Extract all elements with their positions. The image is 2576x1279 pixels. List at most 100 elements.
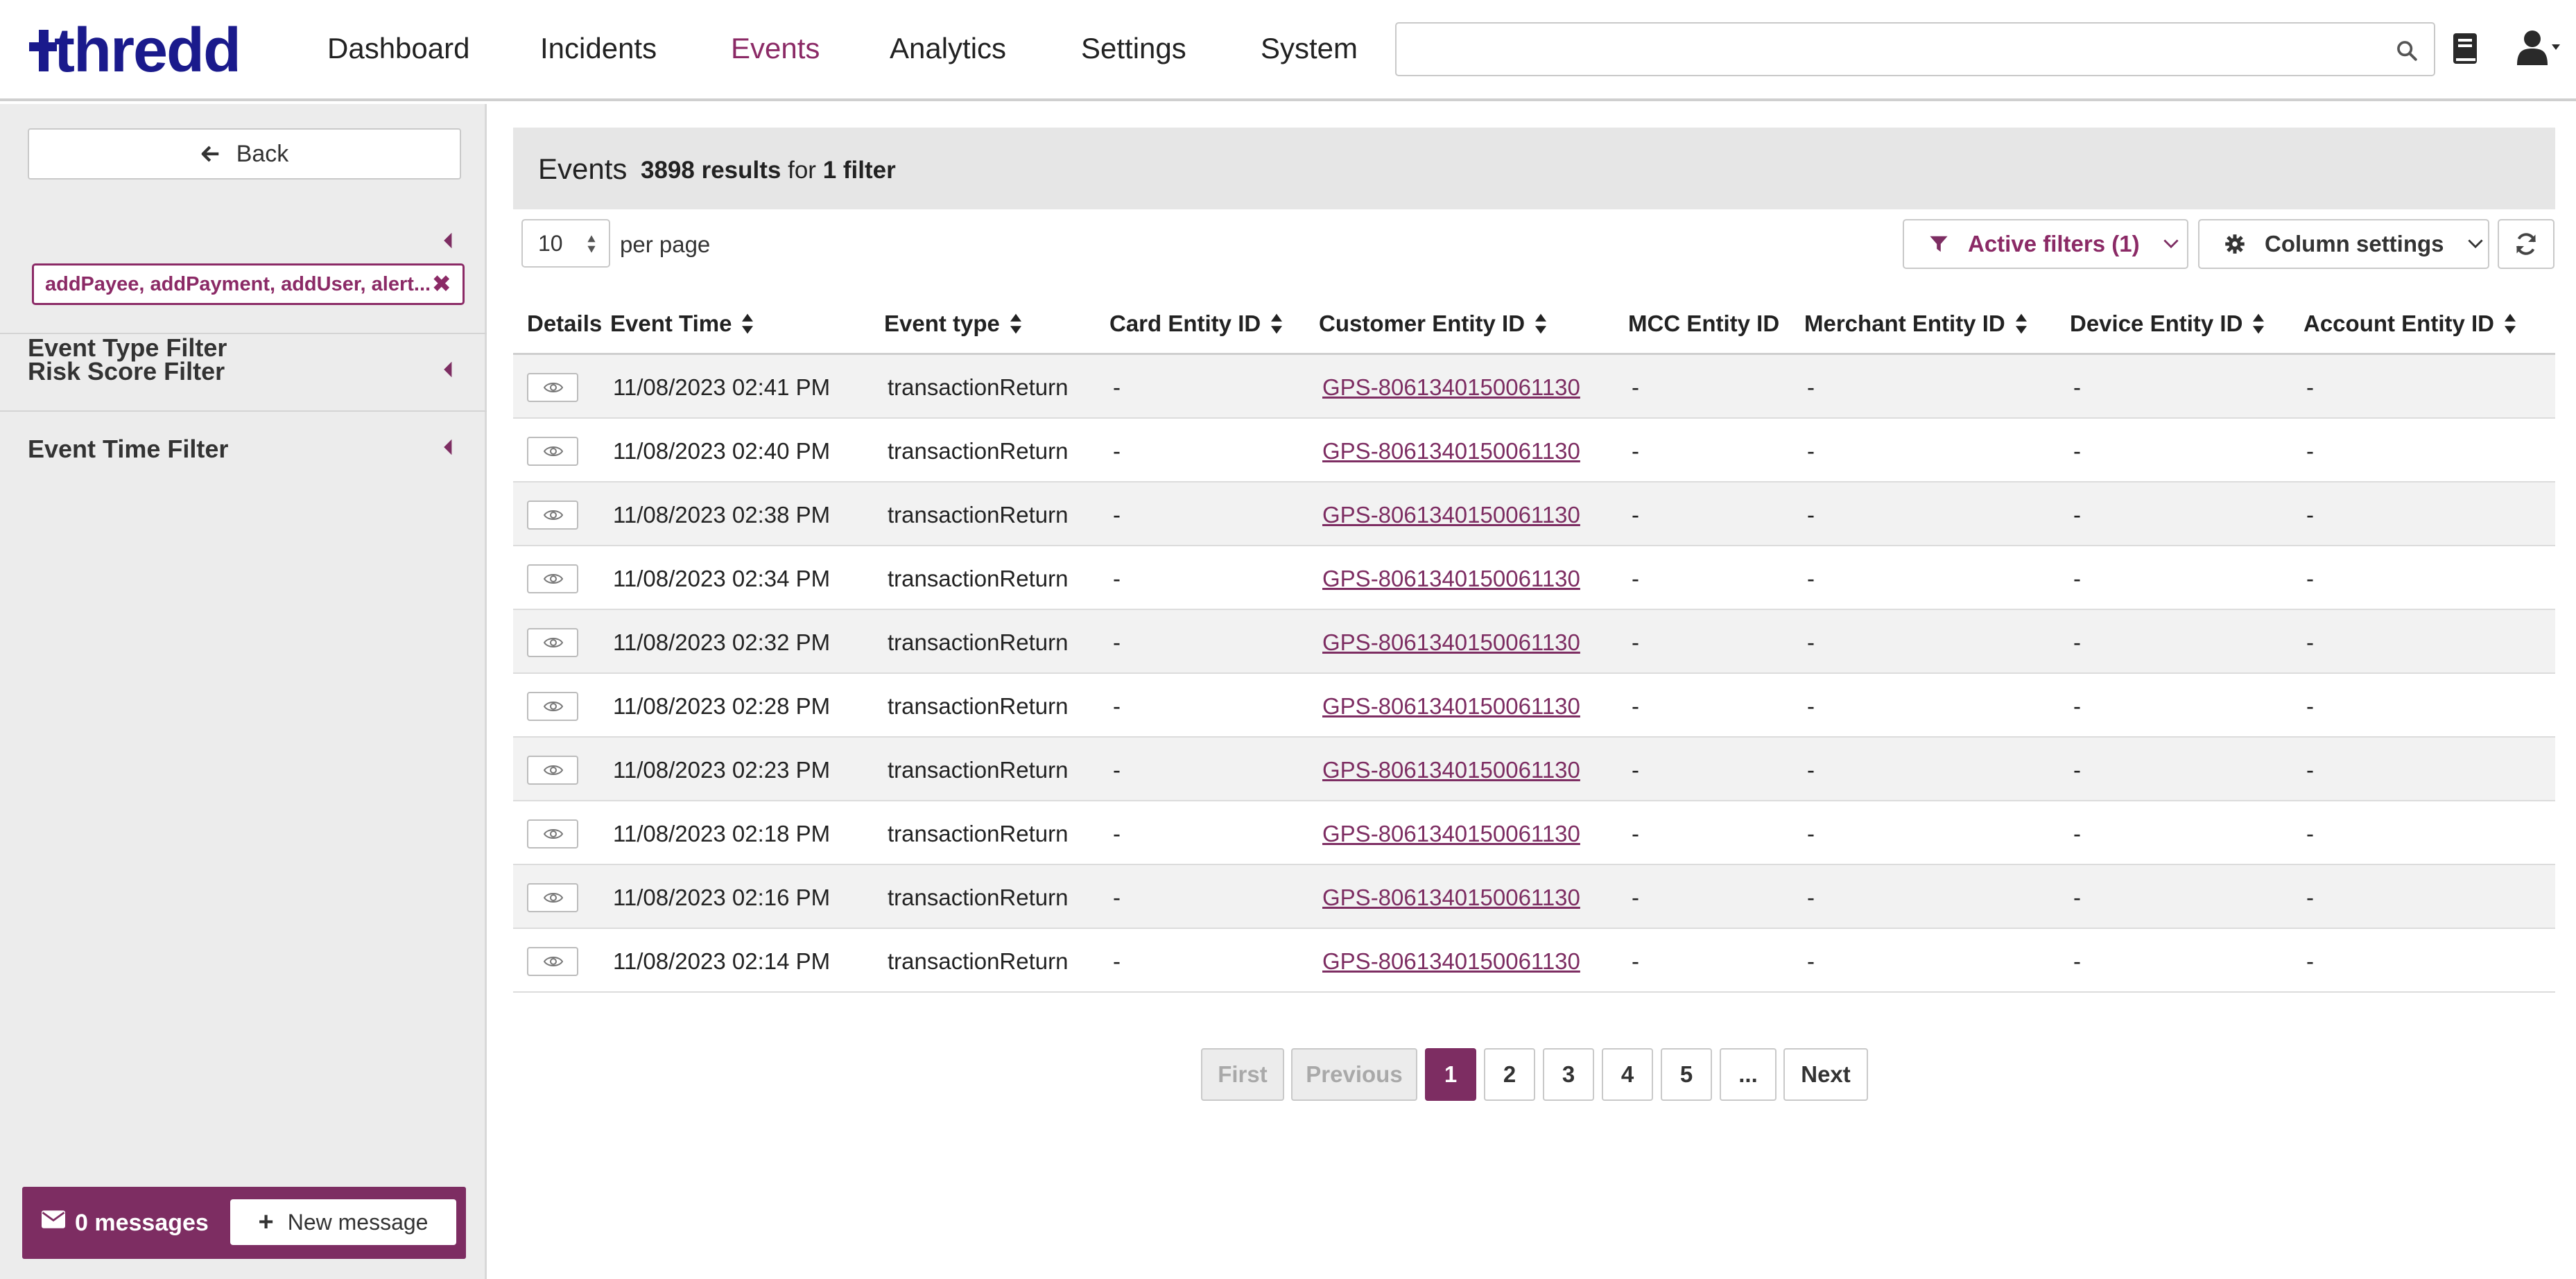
active-filters-button[interactable]: Active filters (1) — [1903, 219, 2188, 269]
user-icon[interactable] — [2517, 29, 2561, 65]
next-page-button[interactable]: Next — [1783, 1048, 1868, 1101]
view-details-button[interactable] — [527, 437, 578, 466]
first-page-button[interactable]: First — [1201, 1048, 1284, 1101]
back-button[interactable]: Back — [28, 128, 461, 180]
event-time-cell: 11/08/2023 02:16 PM — [613, 885, 831, 910]
page-title: Events — [538, 153, 628, 185]
column-event-type[interactable]: Event type — [884, 311, 1022, 337]
nav-events[interactable]: Events — [731, 31, 820, 67]
nav-analytics[interactable]: Analytics — [890, 31, 1006, 67]
view-details-button[interactable] — [527, 947, 578, 976]
device-entity-id-cell: - — [2073, 948, 2081, 974]
event-time-filter-title[interactable]: Event Time Filter — [28, 434, 228, 464]
customer-entity-id-link[interactable]: GPS-8061340150061130 — [1322, 374, 1580, 401]
column-settings-button[interactable]: Column settings — [2198, 219, 2489, 269]
customer-entity-id-link[interactable]: GPS-8061340150061130 — [1322, 821, 1580, 847]
column-account-entity-id[interactable]: Account Entity ID — [2303, 311, 2516, 337]
device-entity-id-cell: - — [2073, 693, 2081, 719]
top-navbar: thredd Dashboard Incidents Events Analyt… — [0, 0, 2576, 101]
events-main: Events 3898 results for 1 filter 10 per … — [513, 104, 2555, 1279]
filter-sidebar: Back Event Type Filter addPayee, addPaym… — [0, 104, 487, 1279]
search-input[interactable] — [1397, 24, 2367, 75]
logo-text: thredd — [54, 16, 241, 85]
per-page-select[interactable]: 10 — [521, 219, 610, 268]
sort-icon[interactable] — [2504, 313, 2516, 335]
nav-incidents[interactable]: Incidents — [540, 31, 657, 67]
view-details-button[interactable] — [527, 501, 578, 530]
refresh-button[interactable] — [2498, 219, 2555, 269]
page-3-button[interactable]: 3 — [1543, 1048, 1594, 1101]
mcc-entity-id-cell: - — [1632, 629, 1639, 655]
column-event-time[interactable]: Event Time — [610, 311, 754, 337]
caret-left-icon[interactable] — [442, 438, 453, 456]
ellipsis-button[interactable]: ... — [1720, 1048, 1777, 1101]
column-details: Details — [527, 311, 603, 336]
messages-count[interactable]: 0 messages — [75, 1208, 209, 1238]
customer-entity-id-link[interactable]: GPS-8061340150061130 — [1322, 757, 1580, 783]
results-summary: 3898 results for 1 filter — [641, 157, 896, 184]
event-type-cell: transactionReturn — [888, 885, 1069, 910]
sort-icon[interactable] — [2015, 313, 2028, 335]
filter-count: 1 filter — [822, 157, 896, 184]
filter-icon — [1930, 236, 1948, 252]
nav-dashboard[interactable]: Dashboard — [327, 31, 469, 67]
table-row: 11/08/2023 02:23 PM transactionReturn - GPS… — [513, 738, 2555, 801]
eye-icon — [544, 702, 563, 711]
sort-icon[interactable] — [2252, 313, 2265, 335]
eye-icon — [544, 638, 563, 647]
column-customer-entity-id[interactable]: Customer Entity ID — [1319, 311, 1547, 337]
event-type-filter-tag-text: addPayee, addPayment, addUser, alert... — [45, 273, 431, 295]
customer-entity-id-link[interactable]: GPS-8061340150061130 — [1322, 885, 1580, 911]
column-card-entity-id[interactable]: Card Entity ID — [1109, 311, 1283, 337]
view-details-button[interactable] — [527, 692, 578, 721]
sort-icon[interactable] — [1270, 313, 1283, 335]
nav-settings[interactable]: Settings — [1081, 31, 1186, 67]
column-settings-label: Column settings — [2265, 231, 2444, 256]
view-details-button[interactable] — [527, 819, 578, 849]
new-message-button[interactable]: + New message — [230, 1199, 456, 1245]
view-details-button[interactable] — [527, 883, 578, 912]
event-type-filter-tag[interactable]: addPayee, addPayment, addUser, alert... … — [32, 263, 465, 305]
customer-entity-id-link[interactable]: GPS-8061340150061130 — [1322, 629, 1580, 656]
view-details-button[interactable] — [527, 564, 578, 593]
sort-icon[interactable] — [1535, 313, 1547, 335]
page-1-button[interactable]: 1 — [1425, 1048, 1476, 1101]
book-icon[interactable] — [2452, 32, 2480, 65]
customer-entity-id-link[interactable]: GPS-8061340150061130 — [1322, 948, 1580, 975]
eye-icon — [544, 446, 563, 456]
caret-left-icon[interactable] — [442, 232, 453, 250]
event-time-cell: 11/08/2023 02:32 PM — [613, 629, 831, 655]
plus-icon: + — [258, 1207, 274, 1237]
event-type-cell: transactionReturn — [888, 566, 1069, 591]
view-details-button[interactable] — [527, 628, 578, 657]
eye-icon — [544, 574, 563, 584]
risk-score-filter-title[interactable]: Risk Score Filter — [28, 356, 225, 387]
column-device-entity-id[interactable]: Device Entity ID — [2070, 311, 2265, 337]
customer-entity-id-link[interactable]: GPS-8061340150061130 — [1322, 566, 1580, 592]
logo-plus-mark — [29, 30, 57, 71]
sort-icon[interactable] — [741, 313, 754, 335]
messages-bar: 0 messages + New message — [22, 1187, 466, 1259]
event-time-cell: 11/08/2023 02:28 PM — [613, 693, 831, 719]
search-icon[interactable] — [2395, 39, 2419, 62]
customer-entity-id-link[interactable]: GPS-8061340150061130 — [1322, 438, 1580, 464]
page-5-button[interactable]: 5 — [1661, 1048, 1712, 1101]
column-mcc-entity-id: MCC Entity ID — [1628, 311, 1780, 336]
mcc-entity-id-cell: - — [1632, 693, 1639, 719]
page-2-button[interactable]: 2 — [1484, 1048, 1535, 1101]
card-entity-id-cell: - — [1113, 757, 1121, 783]
customer-entity-id-link[interactable]: GPS-8061340150061130 — [1322, 502, 1580, 528]
nav-system[interactable]: System — [1261, 31, 1358, 67]
customer-entity-id-link[interactable]: GPS-8061340150061130 — [1322, 693, 1580, 720]
column-merchant-entity-id[interactable]: Merchant Entity ID — [1804, 311, 2028, 337]
merchant-entity-id-cell: - — [1807, 502, 1815, 528]
pagination: First Previous 1 2 3 4 5 ... Next — [513, 1048, 2555, 1101]
page-4-button[interactable]: 4 — [1602, 1048, 1653, 1101]
caret-left-icon[interactable] — [442, 360, 453, 379]
view-details-button[interactable] — [527, 756, 578, 785]
sort-icon[interactable] — [1010, 313, 1022, 335]
thredd-logo[interactable]: thredd — [29, 16, 241, 85]
close-icon[interactable]: ✖ — [432, 266, 452, 303]
view-details-button[interactable] — [527, 373, 578, 402]
previous-page-button[interactable]: Previous — [1291, 1048, 1417, 1101]
